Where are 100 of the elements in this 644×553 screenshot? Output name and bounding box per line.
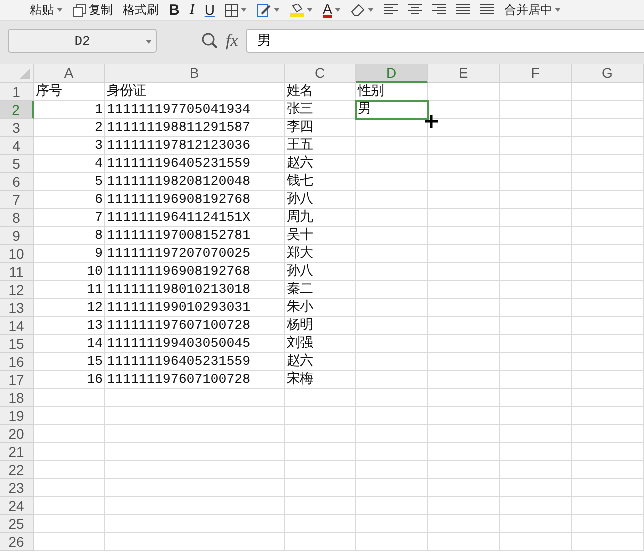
row-header[interactable]: 24 [0, 497, 34, 515]
row-header[interactable]: 10 [0, 245, 34, 263]
table-cell[interactable]: 15 [34, 353, 105, 371]
table-cell[interactable]: 张三 [285, 101, 356, 119]
table-cell[interactable]: 7 [34, 209, 105, 227]
table-cell[interactable]: 身份证 [105, 83, 285, 101]
table-cell[interactable]: 序号 [34, 83, 105, 101]
fill-button[interactable] [290, 4, 313, 16]
toolbar-button[interactable]: 合并居中 [504, 2, 562, 18]
column-header[interactable]: E [428, 64, 500, 83]
row-header[interactable]: 15 [0, 335, 34, 353]
row-header[interactable]: 21 [0, 443, 34, 461]
table-cell[interactable]: 姓名 [285, 83, 356, 101]
row-header[interactable]: 12 [0, 281, 34, 299]
toolbar-button[interactable]: 复制 [73, 2, 113, 18]
table-cell[interactable]: 宋梅 [285, 371, 356, 389]
table-cell[interactable]: 周九 [285, 209, 356, 227]
table-cell[interactable]: 11 [34, 281, 105, 299]
align-center-button[interactable] [408, 4, 422, 16]
table-cell[interactable]: 李四 [285, 119, 356, 137]
table-cell[interactable]: 111111196405231559 [105, 353, 285, 371]
column-header[interactable]: C [285, 64, 356, 83]
row-header[interactable]: 3 [0, 119, 34, 137]
table-cell[interactable]: 13 [34, 317, 105, 335]
table-cell[interactable]: 性别 [356, 83, 428, 101]
row-header[interactable]: 18 [0, 389, 34, 407]
table-cell[interactable]: 钱七 [285, 173, 356, 191]
table-cell[interactable]: 111111197705041934 [105, 101, 285, 119]
column-header[interactable]: A [34, 64, 105, 83]
toolbar-button[interactable]: B [169, 2, 180, 18]
column-header[interactable]: G [572, 64, 644, 83]
toolbar-button[interactable]: I [190, 2, 195, 18]
column-header[interactable]: F [500, 64, 572, 83]
row-header[interactable]: 17 [0, 371, 34, 389]
table-cell[interactable]: 8 [34, 227, 105, 245]
table-cell[interactable]: 秦二 [285, 281, 356, 299]
borders-button[interactable] [224, 4, 247, 16]
table-cell[interactable]: 111111199010293031 [105, 299, 285, 317]
row-header[interactable]: 16 [0, 353, 34, 371]
toolbar-button[interactable]: A [322, 2, 342, 18]
justify-button[interactable] [456, 4, 470, 16]
table-cell[interactable]: 111111196908192768 [105, 263, 285, 281]
table-cell[interactable]: 2 [34, 119, 105, 137]
row-header[interactable]: 5 [0, 155, 34, 173]
table-cell[interactable]: 孙八 [285, 263, 356, 281]
table-cell[interactable]: 10 [34, 263, 105, 281]
table-cell[interactable]: 6 [34, 191, 105, 209]
table-cell[interactable]: 12 [34, 299, 105, 317]
table-cell[interactable]: 9 [34, 245, 105, 263]
formula-field[interactable]: 男 [246, 29, 644, 53]
toolbar-button[interactable]: 格式刷 [123, 2, 159, 18]
name-box[interactable]: D2 [8, 29, 157, 53]
zoom-icon[interactable] [202, 33, 218, 49]
table-cell[interactable]: 111111196405231559 [105, 155, 285, 173]
toolbar-button[interactable]: U [204, 2, 215, 18]
table-cell[interactable]: 杨明 [285, 317, 356, 335]
table-cell[interactable]: 王五 [285, 137, 356, 155]
row-header[interactable]: 22 [0, 461, 34, 479]
table-cell[interactable]: 111111196908192768 [105, 191, 285, 209]
row-header[interactable]: 8 [0, 209, 34, 227]
row-header[interactable]: 4 [0, 137, 34, 155]
row-header[interactable]: 19 [0, 407, 34, 425]
table-cell[interactable]: 5 [34, 173, 105, 191]
cell-style-button[interactable] [256, 4, 280, 16]
table-cell[interactable]: 刘强 [285, 335, 356, 353]
table-cell[interactable]: 16 [34, 371, 105, 389]
row-header[interactable]: 9 [0, 227, 34, 245]
function-button[interactable]: fx [226, 31, 238, 51]
row-header[interactable]: 7 [0, 191, 34, 209]
eraser-button[interactable] [351, 4, 374, 16]
table-cell[interactable]: 111111197607100728 [105, 371, 285, 389]
table-cell[interactable]: 赵六 [285, 353, 356, 371]
table-cell[interactable]: 111111197607100728 [105, 317, 285, 335]
table-cell[interactable]: 11111119641124151X [105, 209, 285, 227]
toolbar-button[interactable]: 粘贴 [30, 2, 63, 18]
table-cell[interactable]: 1 [34, 101, 105, 119]
column-header[interactable]: B [105, 64, 285, 83]
row-header[interactable]: 20 [0, 425, 34, 443]
table-cell[interactable]: 111111199403050045 [105, 335, 285, 353]
row-header[interactable]: 14 [0, 317, 34, 335]
table-cell[interactable]: 111111198208120048 [105, 173, 285, 191]
row-header[interactable]: 23 [0, 479, 34, 497]
table-cell[interactable]: 孙八 [285, 191, 356, 209]
row-header[interactable]: 2 [0, 101, 34, 119]
row-header[interactable]: 26 [0, 533, 34, 551]
distribute-button[interactable] [480, 4, 494, 16]
table-cell[interactable]: 111111198010213018 [105, 281, 285, 299]
table-cell[interactable]: 3 [34, 137, 105, 155]
column-header[interactable]: D [356, 64, 428, 83]
table-cell[interactable]: 4 [34, 155, 105, 173]
table-cell[interactable]: 郑大 [285, 245, 356, 263]
row-header[interactable]: 25 [0, 515, 34, 533]
table-cell[interactable]: 吴十 [285, 227, 356, 245]
row-header[interactable]: 11 [0, 263, 34, 281]
align-left-button[interactable] [384, 4, 398, 16]
table-cell[interactable]: 111111197008152781 [105, 227, 285, 245]
table-cell[interactable]: 朱小 [285, 299, 356, 317]
table-cell[interactable]: 赵六 [285, 155, 356, 173]
align-right-button[interactable] [432, 4, 446, 16]
row-header[interactable]: 13 [0, 299, 34, 317]
